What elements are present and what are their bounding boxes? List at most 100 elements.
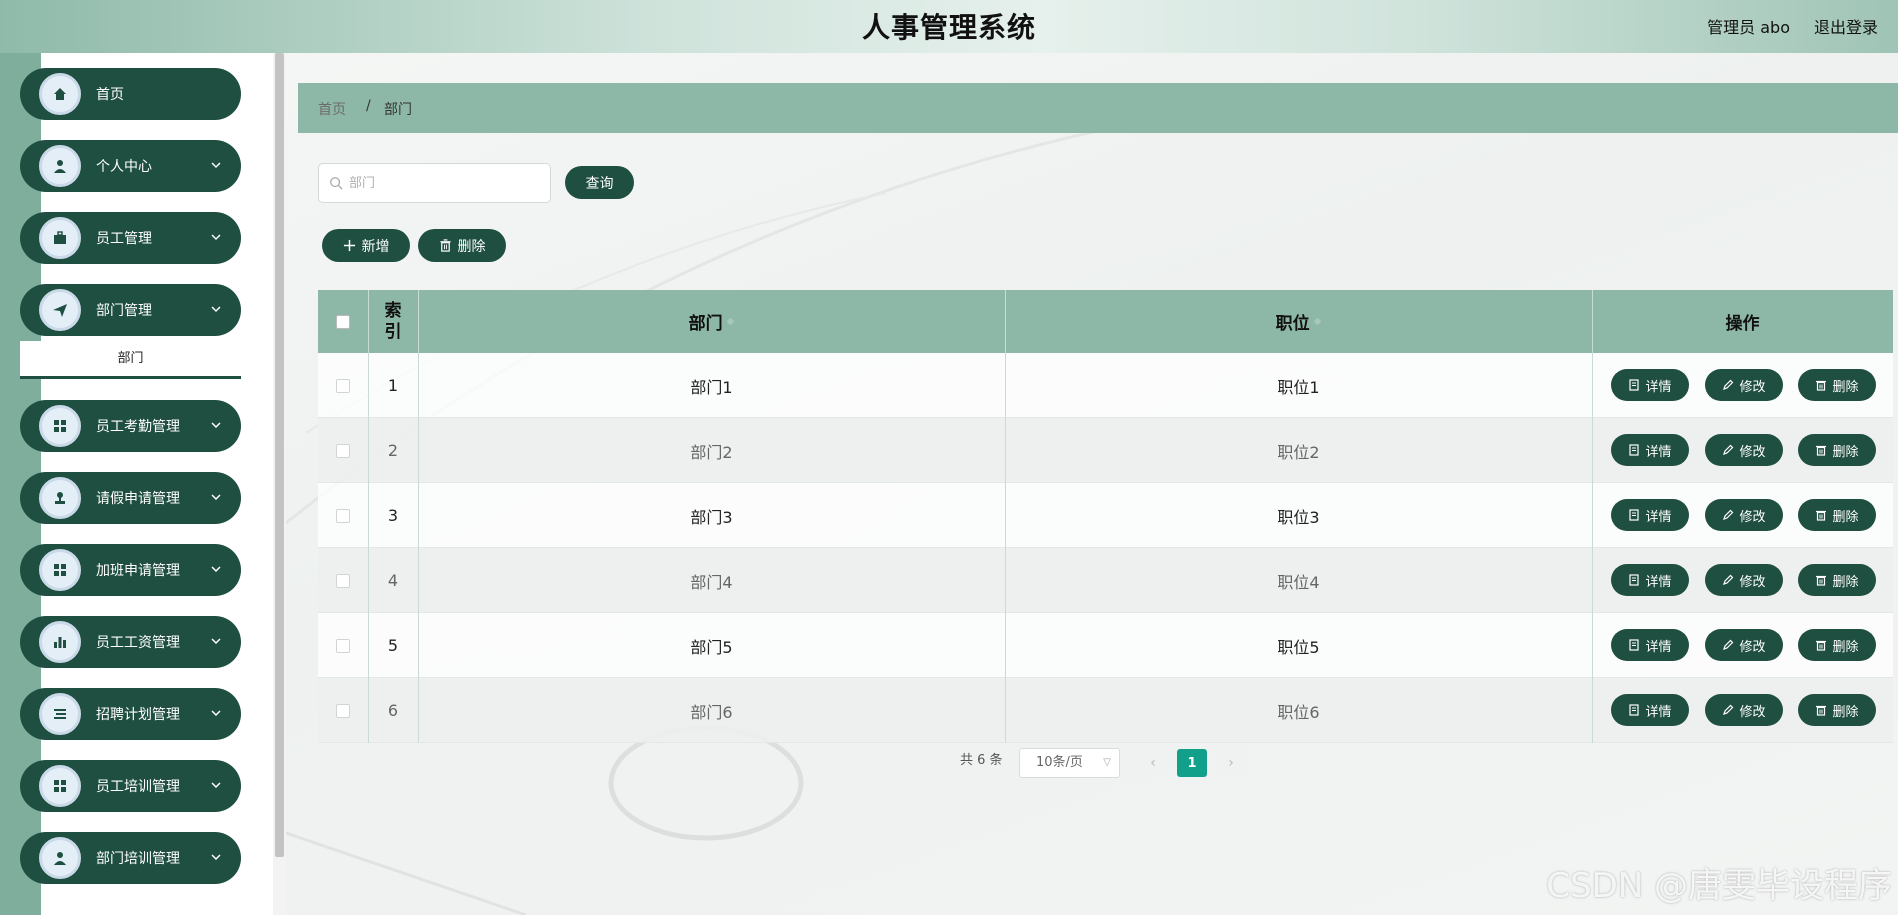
row-dept: 部门2 (690, 442, 733, 462)
trash-icon (1815, 639, 1827, 651)
row-checkbox[interactable] (336, 443, 350, 458)
delete-button-label: 删除 (1832, 379, 1859, 395)
row-position: 职位4 (1277, 572, 1320, 592)
edit-button[interactable]: 修改 (1705, 629, 1783, 661)
column-divider (1592, 353, 1593, 418)
column-divider (418, 548, 419, 613)
chevron-down-icon (209, 633, 223, 647)
search-box[interactable] (318, 163, 551, 203)
page-1-button[interactable]: 1 (1177, 749, 1207, 777)
detail-button-label: 详情 (1645, 444, 1672, 460)
table-row: 6 部门6 职位6 详情 修改 删除 (318, 678, 1893, 743)
sidebar-item-7[interactable]: 加班申请管理 (20, 544, 241, 596)
detail-button[interactable]: 详情 (1611, 694, 1689, 726)
sidebar-item-1[interactable]: 首页 (20, 68, 241, 120)
row-checkbox[interactable] (336, 573, 350, 588)
row-checkbox[interactable] (336, 378, 350, 393)
breadcrumb: 首页 / 部门 (298, 83, 1898, 133)
sidebar-item-label: 员工考勤管理 (96, 419, 180, 435)
submenu-item-dept[interactable]: 部门 (20, 341, 241, 379)
sidebar-scrollbar-thumb[interactable] (275, 53, 284, 857)
edit-button[interactable]: 修改 (1705, 434, 1783, 466)
edit-icon (1722, 509, 1734, 521)
submenu-item-label: 部门 (117, 351, 144, 366)
detail-button[interactable]: 详情 (1611, 499, 1689, 531)
trash-icon (1815, 704, 1827, 716)
row-index: 1 (387, 376, 399, 395)
delete-button-label: 删除 (1832, 639, 1859, 655)
user-icon (39, 837, 81, 879)
row-select-cell (318, 353, 368, 418)
edit-button-label: 修改 (1739, 704, 1766, 720)
sidebar-item-5[interactable]: 员工考勤管理 (20, 400, 241, 452)
logout-link[interactable]: 退出登录 (1814, 14, 1878, 38)
detail-button[interactable]: 详情 (1611, 369, 1689, 401)
row-dept: 部门6 (690, 702, 733, 722)
watermark: CSDN @唐雯毕设程序 (1546, 866, 1892, 906)
sidebar-item-11[interactable]: 部门培训管理 (20, 832, 241, 884)
add-button[interactable]: 新增 (322, 229, 410, 262)
page-size-select[interactable]: 10条/页 ▽ (1019, 748, 1120, 778)
sidebar-item-2[interactable]: 个人中心 (20, 140, 241, 192)
sidebar-item-8[interactable]: 员工工资管理 (20, 616, 241, 668)
header-position[interactable]: 职位 ◆ (1005, 290, 1592, 353)
search-icon (330, 177, 343, 190)
select-all-checkbox[interactable] (336, 314, 350, 329)
search-input[interactable] (349, 172, 539, 194)
detail-button[interactable]: 详情 (1611, 434, 1689, 466)
sidebar-item-9[interactable]: 招聘计划管理 (20, 688, 241, 740)
sidebar-item-6[interactable]: 请假申请管理 (20, 472, 241, 524)
sidebar-item-label: 个人中心 (96, 159, 152, 175)
detail-button-label: 详情 (1645, 639, 1672, 655)
detail-button[interactable]: 详情 (1611, 564, 1689, 596)
sidebar-item-3[interactable]: 员工管理 (20, 212, 241, 264)
home-icon (39, 73, 81, 115)
user-icon (39, 145, 81, 187)
edit-button[interactable]: 修改 (1705, 369, 1783, 401)
row-checkbox[interactable] (336, 508, 350, 523)
plus-icon (343, 239, 355, 252)
main-content: 首页 / 部门 查询 新增 删除 索引 部门 ◆ 职位 (286, 53, 1898, 915)
column-divider (368, 483, 369, 548)
delete-button-label: 删除 (1832, 574, 1859, 590)
edit-button[interactable]: 修改 (1705, 564, 1783, 596)
detail-button[interactable]: 详情 (1611, 629, 1689, 661)
delete-button[interactable]: 删除 (1798, 434, 1876, 466)
detail-icon (1628, 639, 1640, 651)
delete-button[interactable]: 删除 (1798, 499, 1876, 531)
edit-button[interactable]: 修改 (1705, 499, 1783, 531)
row-checkbox[interactable] (336, 703, 350, 718)
delete-button[interactable]: 删除 (1798, 694, 1876, 726)
row-checkbox[interactable] (336, 638, 350, 653)
breadcrumb-home[interactable]: 首页 (318, 99, 346, 119)
sidebar-scrollbar[interactable] (273, 53, 286, 915)
sidebar-item-label: 员工培训管理 (96, 779, 180, 795)
sidebar-item-10[interactable]: 员工培训管理 (20, 760, 241, 812)
row-position: 职位6 (1277, 702, 1320, 722)
detail-icon (1628, 444, 1640, 456)
prev-page-button[interactable]: ‹ (1138, 749, 1168, 777)
query-button[interactable]: 查询 (565, 166, 634, 199)
header-dept[interactable]: 部门 ◆ (418, 290, 1005, 353)
delete-button[interactable]: 删除 (1798, 564, 1876, 596)
sidebar-item-4[interactable]: 部门管理 (20, 284, 241, 336)
batch-delete-button-label: 删除 (457, 238, 486, 255)
column-divider (418, 353, 419, 418)
column-divider (1005, 418, 1006, 483)
delete-button-label: 删除 (1832, 444, 1859, 460)
column-divider (1005, 548, 1006, 613)
edit-button[interactable]: 修改 (1705, 694, 1783, 726)
current-user: 管理员 abo (1707, 18, 1790, 37)
sidebar-item-label: 部门培训管理 (96, 851, 180, 867)
column-divider (1592, 548, 1593, 613)
batch-delete-button[interactable]: 删除 (418, 229, 506, 262)
header-actions: 操作 (1592, 290, 1893, 353)
next-page-button[interactable]: › (1216, 749, 1246, 777)
table-row: 5 部门5 职位5 详情 修改 删除 (318, 613, 1893, 678)
column-divider (1592, 418, 1593, 483)
delete-button[interactable]: 删除 (1798, 369, 1876, 401)
row-position: 职位1 (1277, 377, 1320, 397)
delete-button[interactable]: 删除 (1798, 629, 1876, 661)
chevron-down-icon (209, 301, 223, 315)
page-size-value: 10条/页 (1036, 755, 1083, 770)
